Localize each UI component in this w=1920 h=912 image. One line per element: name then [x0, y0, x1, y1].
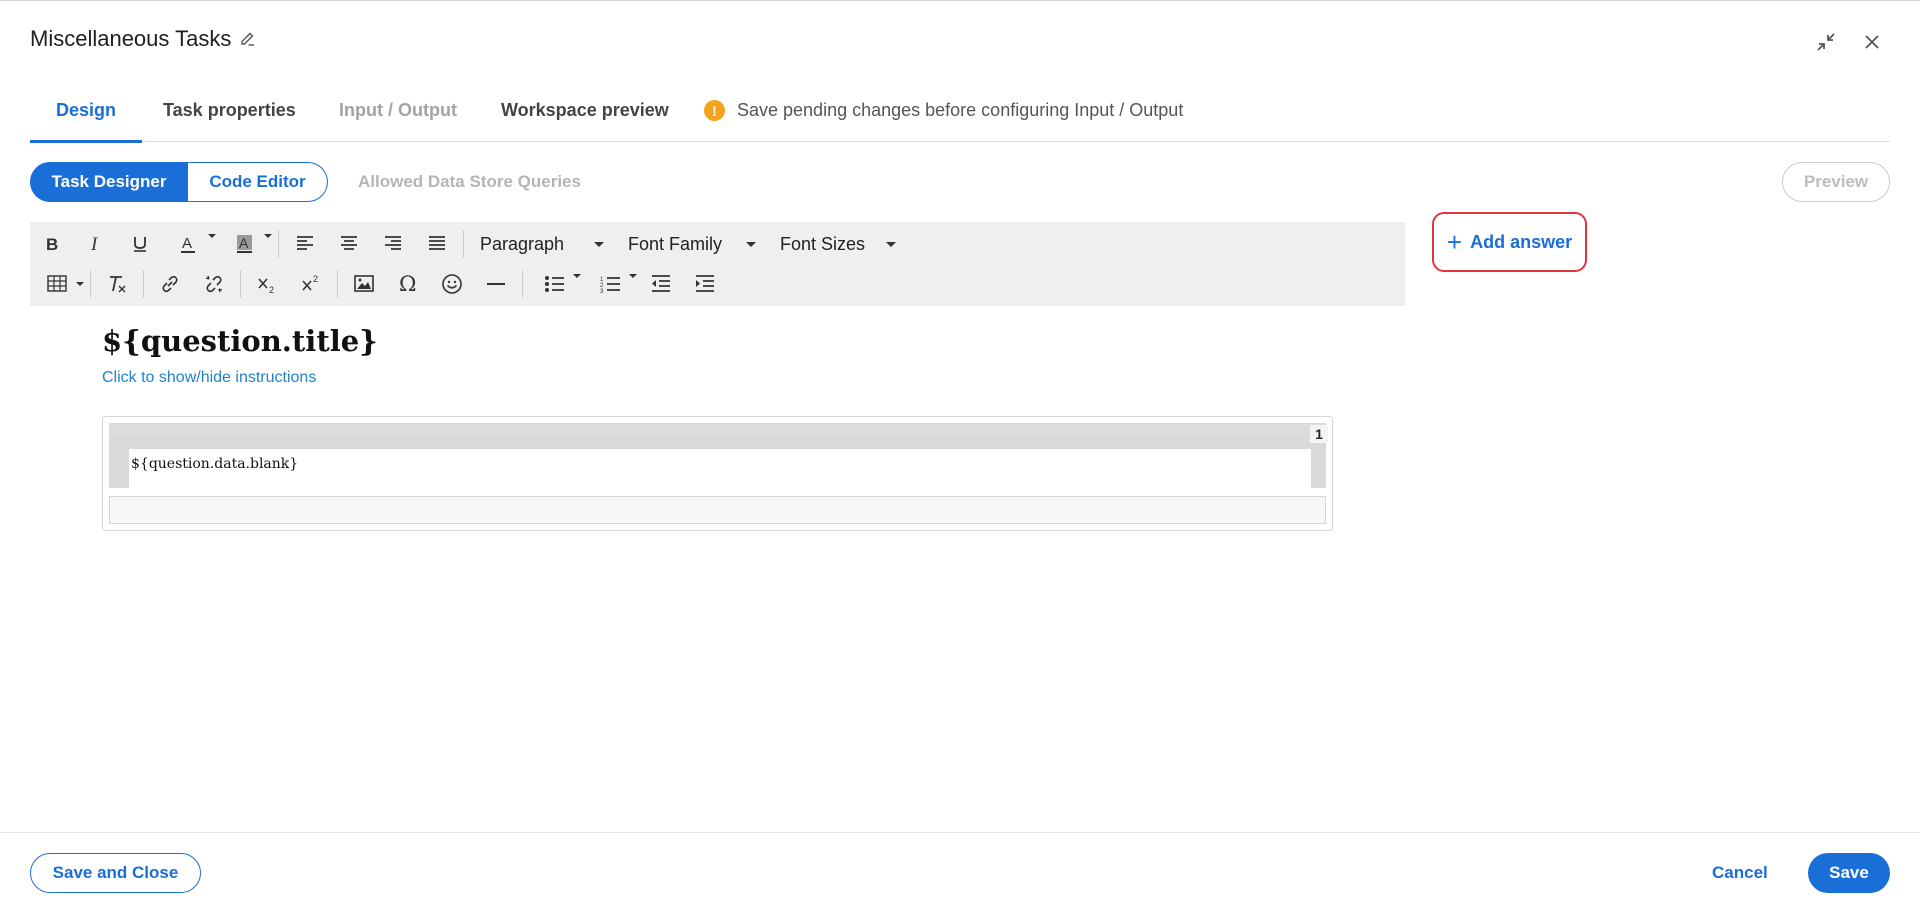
svg-text:Ω: Ω: [399, 273, 416, 295]
cancel-button[interactable]: Cancel: [1712, 863, 1768, 883]
tab-design[interactable]: Design: [29, 100, 143, 143]
emoji-icon[interactable]: [434, 268, 470, 300]
chevron-down-icon: [264, 234, 272, 238]
underline-icon[interactable]: [122, 228, 158, 260]
pending-changes-warning: ! Save pending changes before configurin…: [704, 100, 1183, 121]
add-answer-button[interactable]: + Add answer: [1432, 212, 1587, 272]
tab-task-properties[interactable]: Task properties: [163, 100, 296, 142]
pencil-icon[interactable]: [239, 30, 257, 48]
svg-text:2: 2: [313, 274, 318, 284]
editor-toolbar: B I A A Paragraph Font Family Font Sizes…: [30, 222, 1405, 306]
background-color-icon[interactable]: A: [222, 228, 272, 260]
font-sizes-dropdown[interactable]: Font Sizes: [768, 228, 908, 260]
chevron-down-icon: [886, 241, 896, 247]
special-char-icon[interactable]: Ω: [390, 268, 426, 300]
warning-icon: !: [704, 100, 725, 121]
allowed-queries-link[interactable]: Allowed Data Store Queries: [358, 172, 581, 192]
horizontal-rule-icon[interactable]: [478, 268, 514, 300]
link-icon[interactable]: [152, 268, 188, 300]
tab-workspace-preview[interactable]: Workspace preview: [501, 100, 669, 142]
mode-switch: Task Designer Code Editor: [30, 162, 328, 202]
outdent-icon[interactable]: [643, 268, 679, 300]
font-family-dropdown[interactable]: Font Family: [616, 228, 768, 260]
image-icon[interactable]: [346, 268, 382, 300]
toolbar-divider: [278, 230, 279, 258]
superscript-icon[interactable]: 2: [293, 268, 329, 300]
save-button[interactable]: Save: [1808, 853, 1890, 893]
chevron-down-icon: [594, 241, 604, 247]
chevron-down-icon: [573, 274, 581, 278]
svg-text:2: 2: [269, 285, 274, 295]
close-icon[interactable]: [1860, 30, 1884, 54]
toolbar-divider: [337, 270, 338, 298]
answer-row: ${question.data.blank}: [109, 423, 1326, 497]
answer-box: ${question.data.blank} 1: [102, 416, 1333, 531]
save-and-close-button[interactable]: Save and Close: [30, 853, 201, 893]
bullet-list-icon[interactable]: [531, 268, 581, 300]
toolbar-divider: [463, 230, 464, 258]
chevron-down-icon: [76, 282, 84, 286]
font-sizes-label: Font Sizes: [780, 233, 866, 254]
svg-text:A: A: [182, 235, 192, 252]
align-right-icon[interactable]: [375, 228, 411, 260]
chevron-down-icon: [629, 274, 637, 278]
answer-footer: [109, 496, 1326, 524]
paragraph-dropdown[interactable]: Paragraph: [468, 228, 616, 260]
toolbar-row-1: B I A A Paragraph Font Family Font Sizes: [30, 224, 908, 264]
align-left-icon[interactable]: [287, 228, 323, 260]
header: Miscellaneous Tasks: [30, 26, 257, 52]
instructions-toggle-link[interactable]: Click to show/hide instructions: [102, 369, 316, 387]
task-editor-dialog: Miscellaneous Tasks Design Task properti…: [0, 0, 1920, 912]
numbered-list-icon[interactable]: 123: [587, 268, 637, 300]
clear-format-icon[interactable]: [99, 268, 135, 300]
chevron-down-icon: [208, 234, 216, 238]
unlink-icon[interactable]: [196, 268, 232, 300]
code-editor-button[interactable]: Code Editor: [188, 162, 328, 202]
plus-icon: +: [1446, 227, 1463, 257]
collapse-icon[interactable]: [1814, 30, 1838, 54]
preview-button[interactable]: Preview: [1782, 162, 1890, 202]
subscript-icon[interactable]: 2: [249, 268, 285, 300]
svg-text:3: 3: [600, 289, 604, 294]
warning-text: Save pending changes before configuring …: [737, 100, 1184, 120]
table-icon[interactable]: [34, 268, 84, 300]
align-center-icon[interactable]: [331, 228, 367, 260]
font-family-label: Font Family: [628, 233, 723, 254]
top-divider: [0, 0, 1920, 1]
toolbar-divider: [143, 270, 144, 298]
toolbar-divider: [90, 270, 91, 298]
dialog-title: Miscellaneous Tasks: [30, 26, 232, 51]
svg-text:A: A: [239, 235, 249, 251]
task-designer-button[interactable]: Task Designer: [30, 162, 188, 202]
question-title[interactable]: ${question.title}: [102, 324, 378, 358]
text-color-icon[interactable]: A: [166, 228, 216, 260]
svg-text:I: I: [90, 234, 99, 254]
toolbar-divider: [240, 270, 241, 298]
toolbar-row-2: 2 2 Ω 123: [30, 264, 727, 304]
answer-number: 1: [1310, 425, 1328, 443]
tab-bar: Design Task properties Input / Output Wo…: [29, 92, 1890, 143]
indent-icon[interactable]: [687, 268, 723, 300]
toolbar-divider: [522, 270, 523, 298]
svg-text:B: B: [46, 235, 58, 254]
chevron-down-icon: [746, 241, 756, 247]
footer-divider: [0, 832, 1920, 833]
justify-icon[interactable]: [419, 228, 455, 260]
window-controls: [1814, 30, 1884, 54]
tab-input-output[interactable]: Input / Output: [339, 100, 457, 142]
italic-icon[interactable]: I: [78, 228, 114, 260]
bold-icon[interactable]: B: [34, 228, 70, 260]
paragraph-label: Paragraph: [480, 233, 565, 254]
add-answer-label: Add answer: [1470, 231, 1573, 252]
answer-field[interactable]: ${question.data.blank}: [129, 449, 1311, 497]
